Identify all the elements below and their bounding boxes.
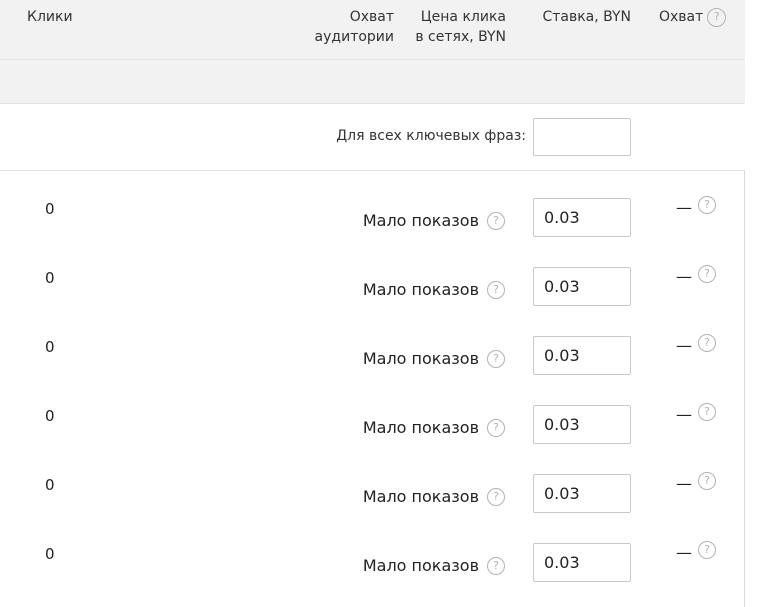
question-circle-icon[interactable]: ? [487, 418, 505, 437]
row-bid-input[interactable] [533, 267, 631, 306]
question-circle-icon[interactable]: ? [487, 211, 505, 230]
right-gutter [745, 0, 767, 607]
group-row-bar [0, 60, 745, 104]
row-reach-cell: —? [676, 472, 716, 493]
row-bid-input[interactable] [533, 543, 631, 582]
row-reach-cell: —? [676, 541, 716, 562]
all-phrases-label: Для всех ключевых фраз: [336, 128, 526, 144]
question-circle-icon[interactable]: ? [707, 7, 727, 27]
row-reach-cell: —? [676, 265, 716, 286]
row-reach-value: — [676, 267, 692, 286]
table-row: 0 Мало показов? —? [0, 241, 745, 310]
row-clicks-value: 0 [45, 545, 55, 563]
low-impressions-label: Мало показов [362, 418, 479, 437]
row-reach-value: — [676, 336, 692, 355]
row-reach-cell: —? [676, 334, 716, 355]
question-circle-icon[interactable]: ? [698, 541, 716, 559]
column-header-price-line2: в сетях, BYN [415, 29, 506, 45]
row-clicks-value: 0 [45, 476, 55, 494]
all-phrases-bid-input[interactable] [533, 118, 631, 156]
bids-table: Клики Охват аудитории Цена клика в сетях… [0, 0, 745, 607]
row-clicks-value: 0 [45, 407, 55, 425]
row-reach-value: — [676, 543, 692, 562]
row-network-price-status: Мало показов? [363, 349, 505, 368]
low-impressions-label: Мало показов [362, 349, 479, 368]
row-network-price-status: Мало показов? [363, 556, 505, 575]
row-bid-input[interactable] [533, 474, 631, 513]
table-header: Клики Охват аудитории Цена клика в сетях… [0, 0, 745, 60]
column-header-audience-reach-line2: аудитории [314, 29, 394, 45]
column-header-audience-reach[interactable]: Охват аудитории [290, 7, 394, 47]
row-reach-value: — [676, 198, 692, 217]
row-clicks-value: 0 [45, 200, 55, 218]
row-clicks-value: 0 [45, 269, 55, 287]
question-circle-icon[interactable]: ? [487, 349, 505, 368]
row-network-price-status: Мало показов? [363, 280, 505, 299]
column-header-price-line1: Цена клика [420, 9, 506, 25]
row-reach-value: — [676, 405, 692, 424]
column-header-audience-reach-line1: Охват [349, 9, 394, 25]
row-network-price-status: Мало показов? [363, 211, 505, 230]
column-header-reach-label: Охват [659, 9, 704, 25]
row-reach-value: — [676, 474, 692, 493]
table-row: 0 Мало показов? —? [0, 172, 745, 241]
question-circle-icon[interactable]: ? [487, 556, 505, 575]
low-impressions-label: Мало показов [362, 280, 479, 299]
column-header-reach[interactable]: Охват ? [659, 7, 727, 27]
question-circle-icon[interactable]: ? [487, 487, 505, 506]
question-circle-icon[interactable]: ? [698, 403, 716, 421]
row-bid-input[interactable] [533, 405, 631, 444]
low-impressions-label: Мало показов [362, 211, 479, 230]
question-circle-icon[interactable]: ? [698, 265, 716, 283]
table-row: 0 Мало показов? —? [0, 379, 745, 448]
question-circle-icon[interactable]: ? [487, 280, 505, 299]
column-header-network-click-price[interactable]: Цена клика в сетях, BYN [404, 7, 506, 47]
row-network-price-status: Мало показов? [363, 418, 505, 437]
question-circle-icon[interactable]: ? [698, 334, 716, 352]
row-network-price-status: Мало показов? [363, 487, 505, 506]
column-header-bid[interactable]: Ставка, BYN [533, 7, 631, 27]
row-bid-input[interactable] [533, 198, 631, 237]
column-header-clicks[interactable]: Клики [27, 7, 73, 27]
low-impressions-label: Мало показов [362, 487, 479, 506]
row-reach-cell: —? [676, 403, 716, 424]
row-bid-input[interactable] [533, 336, 631, 375]
low-impressions-label: Мало показов [362, 556, 479, 575]
question-circle-icon[interactable]: ? [698, 472, 716, 490]
table-row: 0 Мало показов? —? [0, 310, 745, 379]
question-circle-icon[interactable]: ? [698, 196, 716, 214]
table-row: 0 Мало показов? —? [0, 448, 745, 517]
row-reach-cell: —? [676, 196, 716, 217]
all-phrases-row: Для всех ключевых фраз: [0, 104, 745, 171]
row-clicks-value: 0 [45, 338, 55, 356]
table-row: 0 Мало показов? —? [0, 517, 745, 586]
